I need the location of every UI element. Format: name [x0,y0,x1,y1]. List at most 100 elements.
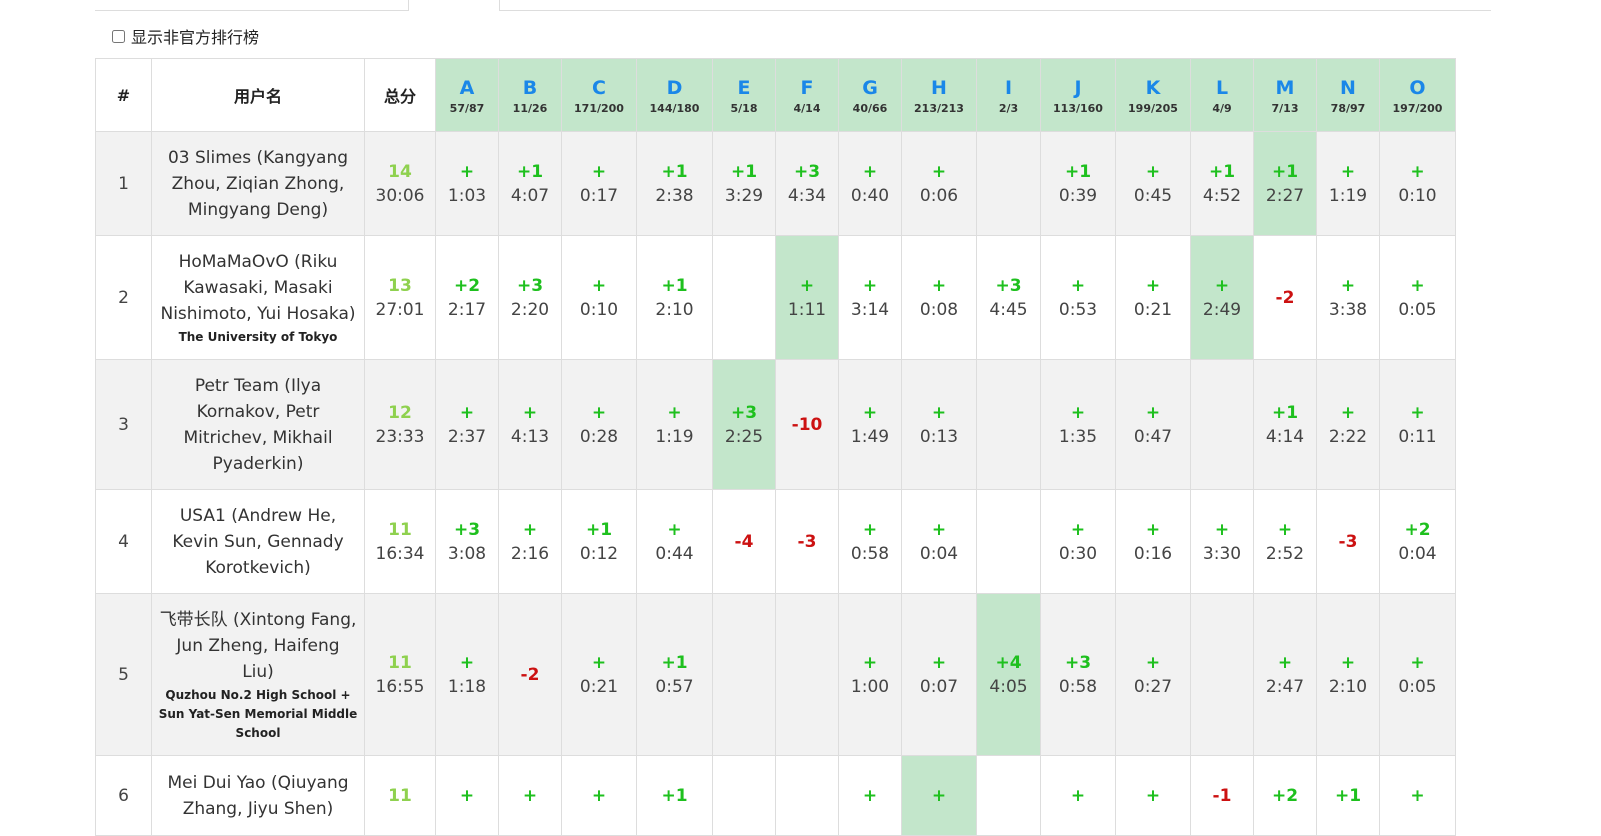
problem-result-cell[interactable]: -3 [775,489,839,594]
problem-result-cell[interactable]: +1 3:29 [712,131,776,236]
problem-result-cell[interactable]: +2:10 [1316,593,1380,756]
problem-header-n[interactable]: N 78/97 [1316,58,1380,132]
problem-result-cell[interactable]: +2 0:04 [1379,489,1456,594]
problem-result-cell[interactable] [976,489,1041,594]
problem-header-a[interactable]: A 57/87 [435,58,499,132]
problem-result-cell[interactable]: -2 [1253,235,1317,360]
problem-letter[interactable]: L [1191,76,1253,100]
problem-result-cell[interactable]: +3:14 [838,235,902,360]
problem-result-cell[interactable]: +0:58 [838,489,902,594]
unofficial-ranking-checkbox[interactable] [112,29,125,43]
problem-result-cell[interactable]: +2:52 [1253,489,1317,594]
problem-result-cell[interactable]: +2:47 [1253,593,1317,756]
problem-result-cell[interactable]: +4:13 [498,359,562,490]
first-solve-cell[interactable]: +3 2:25 [712,359,776,490]
problem-result-cell[interactable]: -2 [498,593,562,756]
problem-result-cell[interactable]: +0:17 [561,131,637,236]
problem-letter[interactable]: I [977,76,1040,100]
problem-result-cell[interactable] [712,235,776,360]
problem-result-cell[interactable]: +0:40 [838,131,902,236]
problem-result-cell[interactable]: +0:44 [636,489,713,594]
problem-result-cell[interactable]: -4 [712,489,776,594]
first-solve-cell[interactable]: +4 4:05 [976,593,1041,756]
problem-result-cell[interactable]: + [1115,755,1191,836]
problem-result-cell[interactable]: +1 4:14 [1253,359,1317,490]
problem-result-cell[interactable]: +2:22 [1316,359,1380,490]
team-cell[interactable]: Petr Team (Ilya Kornakov, Petr Mitrichev… [151,359,365,490]
problem-result-cell[interactable]: +2:16 [498,489,562,594]
problem-result-cell[interactable]: -3 [1316,489,1380,594]
problem-result-cell[interactable]: +3 4:45 [976,235,1041,360]
problem-result-cell[interactable]: +3:30 [1190,489,1254,594]
problem-result-cell[interactable]: +2:37 [435,359,499,490]
problem-result-cell[interactable]: + [561,755,637,836]
team-cell[interactable]: USA1 (Andrew He, Kevin Sun, Gennady Koro… [151,489,365,594]
problem-letter[interactable]: G [839,76,901,100]
problem-result-cell[interactable]: +0:10 [561,235,637,360]
problem-letter[interactable]: N [1317,76,1379,100]
problem-letter[interactable]: J [1041,76,1115,100]
problem-result-cell[interactable] [976,359,1041,490]
problem-result-cell[interactable] [976,131,1041,236]
problem-result-cell[interactable]: +3 2:20 [498,235,562,360]
team-name[interactable]: Petr Team (Ilya Kornakov, Petr Mitrichev… [158,373,358,477]
problem-letter[interactable]: B [499,76,561,100]
problem-result-cell[interactable]: +0:16 [1115,489,1191,594]
problem-header-o[interactable]: O 197/200 [1379,58,1456,132]
problem-header-k[interactable]: K 199/205 [1115,58,1191,132]
problem-result-cell[interactable]: +2 2:17 [435,235,499,360]
team-name[interactable]: HoMaMaOvO (Riku Kawasaki, Masaki Nishimo… [158,249,358,327]
problem-result-cell[interactable]: +1:19 [636,359,713,490]
problem-result-cell[interactable]: +1 0:57 [636,593,713,756]
team-name[interactable]: 飞带长队 (Xintong Fang, Jun Zheng, Haifeng L… [158,607,358,685]
problem-result-cell[interactable] [712,593,776,756]
problem-result-cell[interactable]: +0:05 [1379,593,1456,756]
first-solve-cell[interactable]: +1 2:27 [1253,131,1317,236]
problem-result-cell[interactable]: +3:38 [1316,235,1380,360]
team-name[interactable]: USA1 (Andrew He, Kevin Sun, Gennady Koro… [158,503,358,581]
problem-result-cell[interactable]: + [838,755,902,836]
team-name[interactable]: Mei Dui Yao (Qiuyang Zhang, Jiyu Shen) [158,770,358,822]
problem-result-cell[interactable]: +3 4:34 [775,131,839,236]
problem-result-cell[interactable]: +1:35 [1040,359,1116,490]
problem-result-cell[interactable]: +0:45 [1115,131,1191,236]
problem-result-cell[interactable]: +3 3:08 [435,489,499,594]
problem-result-cell[interactable]: +0:08 [901,235,977,360]
problem-result-cell[interactable]: +0:11 [1379,359,1456,490]
problem-header-c[interactable]: C 171/200 [561,58,637,132]
problem-result-cell[interactable]: +1:03 [435,131,499,236]
problem-result-cell[interactable]: +1 [636,755,713,836]
problem-result-cell[interactable]: +0:53 [1040,235,1116,360]
problem-header-h[interactable]: H 213/213 [901,58,977,132]
team-cell[interactable]: 03 Slimes (Kangyang Zhou, Ziqian Zhong, … [151,131,365,236]
problem-result-cell[interactable] [1190,359,1254,490]
problem-letter[interactable]: E [713,76,775,100]
team-cell[interactable]: Mei Dui Yao (Qiuyang Zhang, Jiyu Shen) [151,755,365,836]
problem-result-cell[interactable]: +3 0:58 [1040,593,1116,756]
problem-result-cell[interactable]: +1 4:52 [1190,131,1254,236]
problem-result-cell[interactable]: +2 [1253,755,1317,836]
problem-result-cell[interactable]: + [1379,755,1456,836]
problem-result-cell[interactable]: +1 2:38 [636,131,713,236]
problem-header-l[interactable]: L 4/9 [1190,58,1254,132]
problem-result-cell[interactable]: +0:21 [561,593,637,756]
problem-result-cell[interactable]: +0:30 [1040,489,1116,594]
problem-result-cell[interactable]: +0:10 [1379,131,1456,236]
problem-result-cell[interactable]: -1 [1190,755,1254,836]
problem-result-cell[interactable]: +1:19 [1316,131,1380,236]
problem-result-cell[interactable]: +0:07 [901,593,977,756]
problem-result-cell[interactable]: -10 [775,359,839,490]
problem-letter[interactable]: O [1380,76,1455,100]
problem-letter[interactable]: C [562,76,636,100]
unofficial-ranking-toggle[interactable]: 显示非官方排行榜 [112,24,259,48]
problem-result-cell[interactable]: + [435,755,499,836]
problem-header-b[interactable]: B 11/26 [498,58,562,132]
problem-result-cell[interactable] [1190,593,1254,756]
problem-header-f[interactable]: F 4/14 [775,58,839,132]
problem-result-cell[interactable]: + [498,755,562,836]
problem-result-cell[interactable]: +1:49 [838,359,902,490]
first-solve-cell[interactable]: +2:49 [1190,235,1254,360]
problem-letter[interactable]: M [1254,76,1316,100]
team-cell[interactable]: 飞带长队 (Xintong Fang, Jun Zheng, Haifeng L… [151,593,365,756]
problem-result-cell[interactable]: +0:27 [1115,593,1191,756]
